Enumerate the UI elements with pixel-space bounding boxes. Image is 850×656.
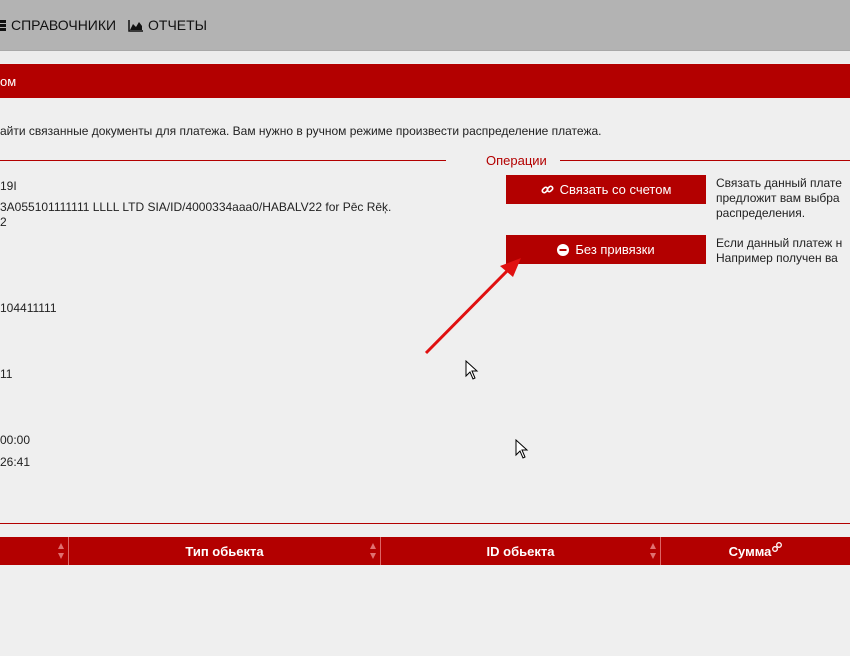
link-to-invoice-description: Связать данный плате предложит вам выбра… — [716, 176, 842, 221]
payment-field-3: 2 — [0, 215, 7, 229]
link-to-invoice-button[interactable]: Связать со счетом — [506, 175, 706, 204]
description-line: Например получен ва — [716, 251, 838, 265]
sort-icon — [58, 543, 64, 559]
column-header-label: Тип обьекта — [185, 543, 264, 559]
panel-header: ом — [0, 64, 850, 98]
link-icon — [772, 542, 783, 552]
table-header: Тип обьекта ID обьекта Сумма — [0, 537, 850, 565]
nav-reports-label: ОТЧЕТЫ — [148, 17, 208, 33]
payment-field-5: 11 — [0, 367, 13, 381]
payment-field-7: 26:41 — [0, 455, 31, 469]
nav-reports[interactable]: ОТЧЕТЫ — [128, 17, 207, 33]
column-header-amount[interactable]: Сумма — [661, 537, 850, 565]
table-divider — [0, 523, 850, 524]
payment-field-6: 00:00 — [0, 433, 31, 447]
info-message: айти связанные документы для платежа. Ва… — [0, 124, 602, 138]
top-navbar: СПРАВОЧНИКИ ОТЧЕТЫ — [0, 0, 850, 51]
sort-icon — [370, 543, 376, 559]
column-header-object-type[interactable]: Тип обьекта — [69, 537, 381, 565]
no-binding-label: Без привязки — [575, 242, 655, 257]
fieldset-divider-left — [0, 160, 446, 161]
column-header-label: Сумма — [728, 543, 772, 559]
no-binding-button[interactable]: Без привязки — [506, 235, 706, 264]
payment-field-4: 104411111 — [0, 301, 57, 315]
column-header-first[interactable] — [0, 537, 69, 565]
minus-circle-icon — [557, 243, 570, 256]
description-line: Если данный платеж н — [716, 236, 843, 250]
link-to-invoice-label: Связать со счетом — [559, 182, 672, 197]
column-header-object-id[interactable]: ID обьекта — [381, 537, 661, 565]
area-chart-icon — [128, 19, 143, 32]
description-line: предложит вам выбра — [716, 191, 840, 205]
operations-legend: Операции — [486, 153, 547, 168]
spacer — [0, 51, 850, 63]
nav-directories-label: СПРАВОЧНИКИ — [11, 17, 117, 33]
panel-title: ом — [0, 74, 17, 89]
column-header-label: ID обьекта — [486, 543, 555, 559]
fieldset-divider-right — [560, 160, 850, 161]
description-line: распределения. — [716, 206, 806, 220]
payment-field-1: 19I — [0, 179, 17, 193]
mouse-cursor-icon — [515, 439, 529, 459]
sort-icon — [650, 543, 656, 559]
description-line: Связать данный плате — [716, 176, 842, 190]
payment-field-2: 3A055101111111 LLLL LTD SIA/ID/4000334aa… — [0, 200, 392, 214]
mouse-cursor-icon — [465, 360, 479, 380]
nav-directories[interactable]: СПРАВОЧНИКИ — [0, 17, 116, 33]
book-icon — [0, 20, 6, 31]
no-binding-description: Если данный платеж н Например получен ва — [716, 236, 842, 266]
link-icon — [541, 185, 554, 194]
